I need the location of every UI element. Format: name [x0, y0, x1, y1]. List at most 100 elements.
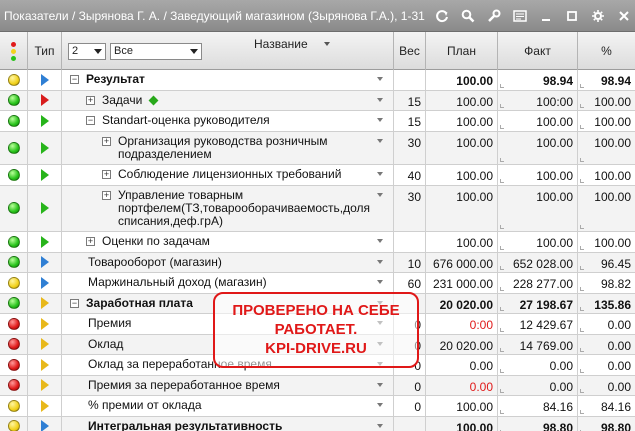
type-play-blue-icon[interactable] — [40, 73, 49, 86]
edit-corner-icon[interactable] — [580, 124, 584, 129]
edit-corner-icon[interactable] — [500, 158, 504, 162]
type-play-yellow-icon[interactable] — [40, 358, 49, 371]
type-play-green-icon[interactable] — [40, 168, 49, 181]
type-cell[interactable] — [28, 252, 62, 272]
type-play-green-icon[interactable] — [40, 114, 49, 127]
filter-select[interactable]: Все — [110, 43, 202, 60]
edit-corner-icon[interactable] — [500, 245, 504, 250]
expand-icon[interactable]: + — [86, 95, 95, 105]
chevron-down-icon[interactable] — [377, 192, 383, 197]
edit-corner-icon[interactable] — [580, 368, 584, 373]
edit-corner-icon[interactable] — [580, 245, 584, 250]
table-row[interactable]: + Соблюдение лицензионных требований 40 100… — [0, 165, 635, 186]
chevron-down-icon[interactable] — [377, 77, 383, 81]
name-cell[interactable]: + Соблюдение лицензионных требований — [62, 165, 394, 185]
table-row[interactable]: % премии от оклада 0 100.00 84.16 84.16 — [0, 396, 635, 417]
table-row[interactable]: + Организация руководства розничным подра… — [0, 131, 635, 165]
chevron-down-icon[interactable] — [377, 97, 383, 102]
type-cell[interactable] — [28, 70, 62, 90]
type-column-header[interactable]: Тип — [28, 32, 62, 70]
export-button[interactable] — [509, 5, 531, 27]
edit-corner-icon[interactable] — [580, 348, 584, 352]
expand-icon[interactable]: + — [102, 190, 111, 200]
edit-corner-icon[interactable] — [500, 409, 504, 414]
type-cell[interactable] — [28, 165, 62, 185]
type-cell[interactable] — [28, 334, 62, 354]
name-cell[interactable]: − Результат — [62, 70, 394, 90]
edit-corner-icon[interactable] — [580, 327, 584, 332]
table-row[interactable]: Маржинальный доход (магазин) 60 231 000.00… — [0, 273, 635, 294]
type-play-green-icon[interactable] — [40, 141, 49, 154]
fact-column-header[interactable]: Факт — [498, 32, 578, 70]
edit-corner-icon[interactable] — [500, 389, 504, 393]
edit-corner-icon[interactable] — [580, 178, 584, 183]
percent-column-header[interactable]: % — [578, 32, 635, 70]
expand-icon[interactable]: + — [86, 237, 95, 246]
chevron-down-icon[interactable] — [377, 138, 383, 143]
table-row[interactable]: Интегральная результативность 100.00 98.80… — [0, 416, 635, 431]
chevron-down-icon[interactable] — [377, 280, 383, 284]
search-button[interactable] — [457, 5, 479, 27]
type-cell[interactable] — [28, 232, 62, 252]
close-button[interactable] — [613, 5, 635, 27]
edit-corner-icon[interactable] — [580, 409, 584, 414]
level-select[interactable]: 2 — [68, 43, 106, 60]
collapse-icon[interactable]: − — [70, 298, 79, 308]
type-play-yellow-icon[interactable] — [40, 297, 49, 310]
type-cell[interactable] — [28, 396, 62, 416]
type-cell[interactable] — [28, 273, 62, 293]
table-row[interactable]: + Управление товарным портфелем(ТЗ,товаро… — [0, 185, 635, 232]
name-cell[interactable]: + Организация руководства розничным подра… — [62, 131, 394, 164]
chevron-down-icon[interactable] — [377, 382, 383, 387]
name-cell[interactable]: % премии от оклада — [62, 396, 394, 416]
chevron-down-icon[interactable] — [377, 403, 383, 407]
type-cell[interactable] — [28, 293, 62, 313]
name-cell[interactable]: Маржинальный доход (магазин) — [62, 273, 394, 293]
name-cell[interactable]: − Standart-оценка руководителя — [62, 111, 394, 131]
type-play-yellow-icon[interactable] — [40, 379, 49, 392]
chevron-down-icon[interactable] — [377, 239, 383, 243]
expand-icon[interactable]: + — [102, 136, 111, 146]
minimize-button[interactable] — [535, 5, 557, 27]
type-cell[interactable] — [28, 314, 62, 334]
type-cell[interactable] — [28, 375, 62, 395]
restore-button[interactable] — [561, 5, 583, 27]
edit-corner-icon[interactable] — [500, 307, 504, 311]
edit-corner-icon[interactable] — [500, 178, 504, 183]
table-row[interactable]: Товарооборот (магазин) 10 676 000.00 652 02… — [0, 252, 635, 273]
plan-column-header[interactable]: План — [426, 32, 498, 70]
chevron-down-icon[interactable] — [377, 423, 383, 428]
edit-corner-icon[interactable] — [500, 348, 504, 352]
edit-corner-icon[interactable] — [500, 124, 504, 129]
type-cell[interactable] — [28, 355, 62, 375]
edit-corner-icon[interactable] — [580, 225, 584, 229]
type-play-green-icon[interactable] — [40, 235, 49, 248]
type-play-yellow-icon[interactable] — [40, 338, 49, 351]
name-cell[interactable]: + Задачи — [62, 90, 394, 110]
expand-icon[interactable]: + — [102, 170, 111, 179]
edit-corner-icon[interactable] — [500, 83, 504, 88]
table-row[interactable]: Премия за переработанное время 0 0.00 0.00 0… — [0, 375, 635, 396]
edit-corner-icon[interactable] — [580, 286, 584, 291]
type-play-green-icon[interactable] — [40, 202, 49, 215]
weight-column-header[interactable]: Вес — [394, 32, 426, 70]
name-column-header[interactable]: 2 Все Название — [62, 32, 394, 70]
type-cell[interactable] — [28, 131, 62, 164]
edit-corner-icon[interactable] — [500, 286, 504, 291]
chevron-down-icon[interactable] — [377, 172, 383, 176]
settings-button[interactable] — [587, 5, 609, 27]
table-row[interactable]: + Оценки по задачам 100.00 100.00 100.00 — [0, 232, 635, 253]
chevron-down-icon[interactable] — [377, 259, 383, 264]
name-cell[interactable]: Товарооборот (магазин) — [62, 252, 394, 272]
edit-corner-icon[interactable] — [580, 158, 584, 162]
name-cell[interactable]: + Управление товарным портфелем(ТЗ,товаро… — [62, 185, 394, 231]
edit-corner-icon[interactable] — [580, 104, 584, 108]
edit-corner-icon[interactable] — [580, 307, 584, 311]
edit-corner-icon[interactable] — [500, 225, 504, 229]
type-play-blue-icon[interactable] — [40, 276, 49, 289]
table-row[interactable]: − Результат 100.00 98.94 98.94 — [0, 70, 635, 91]
type-cell[interactable] — [28, 111, 62, 131]
type-play-blue-icon[interactable] — [40, 256, 49, 269]
refresh-button[interactable] — [431, 5, 453, 27]
type-play-yellow-icon[interactable] — [40, 399, 49, 412]
